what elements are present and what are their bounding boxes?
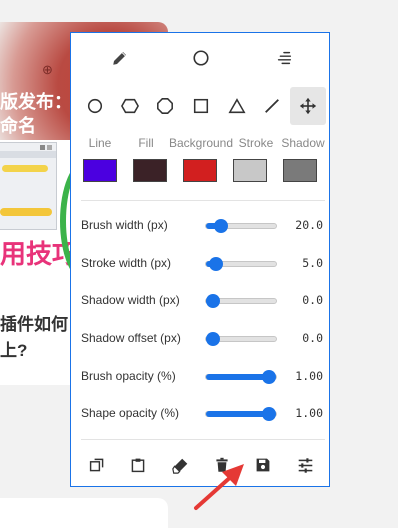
stroke-width-slider-row: Stroke width (px) 5.0 xyxy=(81,254,323,274)
shadow-offset-slider[interactable] xyxy=(205,332,277,346)
pencil-mode-button[interactable] xyxy=(103,43,137,73)
square-icon xyxy=(193,98,209,114)
circle-shape-button[interactable] xyxy=(77,87,113,125)
shape-opacity-slider-row: Shape opacity (%) 1.00 xyxy=(81,404,323,424)
copy-icon xyxy=(89,458,104,472)
brush-width-slider-row: Brush width (px) 20.0 xyxy=(81,216,323,236)
stroke-width-label: Stroke width (px) xyxy=(81,256,172,270)
background-article-card-3 xyxy=(0,498,168,528)
settings-sliders-icon xyxy=(298,457,312,473)
background-color-swatch[interactable] xyxy=(183,159,217,182)
stroke-width-value: 5.0 xyxy=(302,256,323,270)
clipboard-icon xyxy=(131,458,145,473)
line-icon xyxy=(265,99,279,113)
move-icon xyxy=(299,97,317,115)
save-button[interactable] xyxy=(248,452,278,478)
spray-icon xyxy=(277,51,292,65)
fill-color-swatch[interactable] xyxy=(133,159,167,182)
article-headline[interactable]: 版发布： 命名 xyxy=(0,90,72,138)
move-tool-button[interactable] xyxy=(290,87,326,125)
hexagon-shape-button[interactable] xyxy=(112,87,148,125)
shape-mode-button[interactable] xyxy=(184,43,218,73)
annotation-arrow-icon xyxy=(194,464,244,510)
eraser-icon xyxy=(171,458,187,474)
brush-opacity-slider-row: Brush opacity (%) 1.00 xyxy=(81,367,323,387)
shape-opacity-value: 1.00 xyxy=(295,406,323,420)
divider xyxy=(81,439,325,440)
octagon-icon xyxy=(157,98,173,114)
browser-thumbnail xyxy=(0,142,57,230)
drawing-tool-panel: Line Fill Background Stroke Shadow Brush… xyxy=(70,32,330,487)
divider xyxy=(81,200,325,201)
settings-button[interactable] xyxy=(290,452,320,478)
stroke-width-slider[interactable] xyxy=(205,257,277,271)
shadow-width-value: 0.0 xyxy=(302,293,323,307)
copy-button[interactable] xyxy=(82,452,112,478)
line-shape-button[interactable] xyxy=(254,87,290,125)
slider-thumb[interactable] xyxy=(262,407,276,421)
shape-opacity-slider[interactable] xyxy=(205,407,277,421)
slider-thumb[interactable] xyxy=(208,257,223,271)
shape-opacity-label: Shape opacity (%) xyxy=(81,406,180,420)
line-color-swatch[interactable] xyxy=(83,159,117,182)
square-shape-button[interactable] xyxy=(183,87,219,125)
brush-width-slider[interactable] xyxy=(205,219,277,233)
paste-button[interactable] xyxy=(123,452,153,478)
shadow-color-label: Shadow xyxy=(281,136,325,150)
article-title-2[interactable]: 插件如何 上? xyxy=(0,312,68,364)
triangle-shape-button[interactable] xyxy=(219,87,255,125)
thumbnail-highlight-bar xyxy=(0,208,52,216)
brush-opacity-label: Brush opacity (%) xyxy=(81,369,176,383)
zoom-in-icon: ⊕ xyxy=(42,62,53,77)
shadow-color-swatch[interactable] xyxy=(283,159,317,182)
shadow-offset-value: 0.0 xyxy=(302,331,323,345)
triangle-icon xyxy=(228,98,246,114)
shadow-offset-slider-row: Shadow offset (px) 0.0 xyxy=(81,329,323,349)
brush-opacity-slider[interactable] xyxy=(205,370,277,384)
shadow-width-slider-row: Shadow width (px) 0.0 xyxy=(81,291,323,311)
color-labels: Line Fill Background Stroke Shadow xyxy=(71,136,331,152)
slider-thumb[interactable] xyxy=(262,370,276,384)
circle-mode-icon xyxy=(193,50,209,66)
mode-toolbar xyxy=(71,43,331,73)
brush-width-value: 20.0 xyxy=(295,218,323,232)
circle-shape-icon xyxy=(87,98,103,114)
save-icon xyxy=(256,458,270,472)
brush-width-label: Brush width (px) xyxy=(81,218,168,232)
pencil-icon xyxy=(113,52,126,65)
brush-opacity-value: 1.00 xyxy=(295,369,323,383)
slider-thumb[interactable] xyxy=(206,332,220,346)
shape-toolbar xyxy=(71,87,331,125)
shadow-width-label: Shadow width (px) xyxy=(81,293,180,307)
hexagon-icon xyxy=(121,98,139,114)
octagon-shape-button[interactable] xyxy=(147,87,183,125)
stroke-color-swatch[interactable] xyxy=(233,159,267,182)
shadow-width-slider[interactable] xyxy=(205,294,277,308)
shadow-offset-label: Shadow offset (px) xyxy=(81,331,181,345)
spray-mode-button[interactable] xyxy=(267,43,301,73)
slider-thumb[interactable] xyxy=(214,219,229,233)
slider-thumb[interactable] xyxy=(206,294,220,308)
